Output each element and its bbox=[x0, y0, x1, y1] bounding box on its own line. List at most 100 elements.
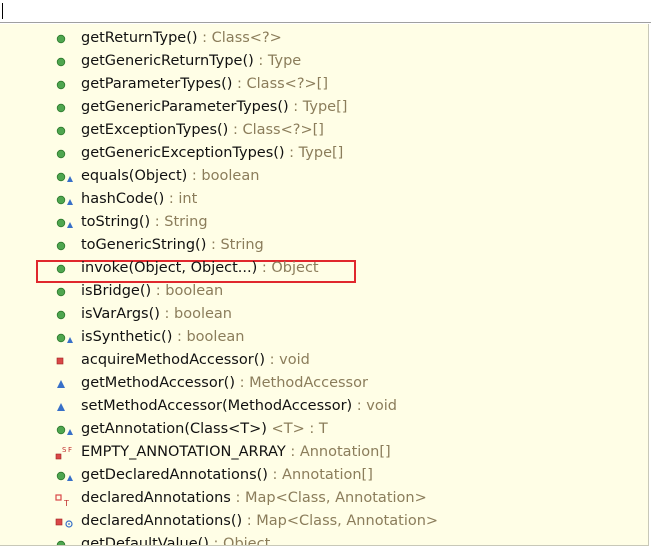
member-type: : String bbox=[206, 237, 264, 253]
member-name: equals(Object) bbox=[81, 168, 188, 184]
member-name: getMethodAccessor() bbox=[81, 375, 235, 391]
member-name: getGenericParameterTypes() bbox=[81, 99, 289, 115]
member-name: getDeclaredAnnotations() bbox=[81, 467, 268, 483]
svg-text:F: F bbox=[68, 446, 72, 454]
outline-item[interactable]: setMethodAccessor(MethodAccessor) : void bbox=[0, 395, 648, 418]
member-name: getGenericReturnType() bbox=[81, 53, 254, 69]
item-label: equals(Object) : boolean bbox=[81, 167, 259, 186]
public-override-method-icon bbox=[54, 215, 76, 231]
member-type: : Type[] bbox=[288, 99, 348, 115]
member-name: toGenericString() bbox=[81, 237, 207, 253]
item-label: acquireMethodAccessor() : void bbox=[81, 351, 310, 370]
outline-item[interactable]: getDefaultValue() : Object bbox=[0, 533, 648, 546]
filter-input[interactable] bbox=[0, 0, 651, 23]
member-type: : Object bbox=[257, 260, 319, 276]
item-label: isVarArgs() : boolean bbox=[81, 305, 232, 324]
outline-item[interactable]: isBridge() : boolean bbox=[0, 280, 648, 303]
member-type: : Type[] bbox=[284, 145, 344, 161]
item-label: getGenericReturnType() : Type bbox=[81, 52, 301, 71]
member-type: : Annotation[] bbox=[267, 467, 373, 483]
member-name: acquireMethodAccessor() bbox=[81, 352, 266, 368]
outline-item[interactable]: getExceptionTypes() : Class<?>[] bbox=[0, 119, 648, 142]
member-type: : boolean bbox=[151, 283, 224, 299]
outline-item[interactable]: TdeclaredAnnotations : Map<Class, Annota… bbox=[0, 487, 648, 510]
member-type: : boolean bbox=[187, 168, 260, 184]
public-method-icon bbox=[54, 284, 76, 300]
public-method-icon bbox=[54, 238, 76, 254]
outline-item[interactable]: S F EMPTY_ANNOTATION_ARRAY : Annotation[] bbox=[0, 441, 648, 464]
outline-item[interactable]: isSynthetic() : boolean bbox=[0, 326, 648, 349]
public-method-icon bbox=[54, 77, 76, 93]
member-name: getExceptionTypes() bbox=[81, 122, 229, 138]
private-transient-field-icon: T bbox=[54, 491, 76, 507]
outline-item[interactable]: getReturnType() : Class<?> bbox=[0, 27, 648, 50]
outline-item[interactable]: getGenericParameterTypes() : Type[] bbox=[0, 96, 648, 119]
public-override-method-icon bbox=[54, 468, 76, 484]
outline-item[interactable]: toGenericString() : String bbox=[0, 234, 648, 257]
member-name: isVarArgs() bbox=[81, 306, 160, 322]
outline-item[interactable]: acquireMethodAccessor() : void bbox=[0, 349, 648, 372]
member-type: <T> : T bbox=[266, 421, 328, 437]
item-label: getAnnotation(Class<T>) <T> : T bbox=[81, 420, 328, 439]
item-label: setMethodAccessor(MethodAccessor) : void bbox=[81, 397, 397, 416]
outline-item[interactable]: getAnnotation(Class<T>) <T> : T bbox=[0, 418, 648, 441]
outline-item[interactable]: declaredAnnotations() : Map<Class, Annot… bbox=[0, 510, 648, 533]
outline-item[interactable]: equals(Object) : boolean bbox=[0, 165, 648, 188]
svg-text:T: T bbox=[63, 499, 69, 507]
outline-item[interactable]: toString() : String bbox=[0, 211, 648, 234]
outline-list[interactable]: getReturnType() : Class<?> getGenericRetu… bbox=[0, 24, 649, 546]
private-static-final-field-icon: SF bbox=[54, 445, 76, 461]
member-type: : Map<Class, Annotation> bbox=[230, 490, 427, 506]
public-method-icon bbox=[54, 537, 76, 545]
outline-item[interactable]: getGenericReturnType() : Type bbox=[0, 50, 648, 73]
member-name: EMPTY_ANNOTATION_ARRAY bbox=[81, 444, 286, 460]
member-type: : Map<Class, Annotation> bbox=[242, 513, 439, 529]
item-label: isBridge() : boolean bbox=[81, 282, 223, 301]
member-type: : Class<?> bbox=[197, 30, 282, 46]
outline-item[interactable]: invoke(Object, Object...) : Object bbox=[0, 257, 648, 280]
public-method-icon bbox=[54, 123, 76, 139]
item-label: getReturnType() : Class<?> bbox=[81, 29, 282, 48]
public-method-icon bbox=[54, 307, 76, 323]
member-name: getAnnotation(Class<T>) bbox=[81, 421, 267, 437]
member-type: : void bbox=[265, 352, 310, 368]
outline-item[interactable]: getDeclaredAnnotations() : Annotation[] bbox=[0, 464, 648, 487]
public-method-icon bbox=[54, 261, 76, 277]
item-label: declaredAnnotations : Map<Class, Annotat… bbox=[81, 489, 427, 508]
item-label: getParameterTypes() : Class<?>[] bbox=[81, 75, 328, 94]
default-method-icon bbox=[54, 376, 76, 392]
item-label: getExceptionTypes() : Class<?>[] bbox=[81, 121, 324, 140]
member-name: getParameterTypes() bbox=[81, 76, 233, 92]
member-type: : MethodAccessor bbox=[234, 375, 368, 391]
member-name: getDefaultValue() bbox=[81, 536, 209, 546]
item-label: hashCode() : int bbox=[81, 190, 197, 209]
item-label: getGenericExceptionTypes() : Type[] bbox=[81, 144, 343, 163]
private-method-icon bbox=[54, 353, 76, 369]
member-name: isSynthetic() bbox=[81, 329, 173, 345]
outline-item[interactable]: getMethodAccessor() : MethodAccessor bbox=[0, 372, 648, 395]
member-type: : Type bbox=[253, 53, 302, 69]
member-name: isBridge() bbox=[81, 283, 152, 299]
member-name: hashCode() bbox=[81, 191, 165, 207]
member-name: getGenericExceptionTypes() bbox=[81, 145, 285, 161]
member-type: : int bbox=[164, 191, 198, 207]
member-type: : Class<?>[] bbox=[228, 122, 324, 138]
outline-item[interactable]: hashCode() : int bbox=[0, 188, 648, 211]
member-name: declaredAnnotations bbox=[81, 490, 231, 506]
public-method-icon bbox=[54, 54, 76, 70]
item-label: getDefaultValue() : Object bbox=[81, 535, 270, 546]
item-label: getMethodAccessor() : MethodAccessor bbox=[81, 374, 368, 393]
item-label: isSynthetic() : boolean bbox=[81, 328, 244, 347]
public-method-icon bbox=[54, 100, 76, 116]
item-label: invoke(Object, Object...) : Object bbox=[81, 259, 319, 278]
item-label: getGenericParameterTypes() : Type[] bbox=[81, 98, 347, 117]
member-name: setMethodAccessor(MethodAccessor) bbox=[81, 398, 353, 414]
item-label: toGenericString() : String bbox=[81, 236, 264, 255]
text-caret bbox=[2, 3, 3, 19]
outline-item[interactable]: isVarArgs() : boolean bbox=[0, 303, 648, 326]
member-type: : Annotation[] bbox=[285, 444, 391, 460]
member-type: : boolean bbox=[172, 329, 245, 345]
outline-item[interactable]: getGenericExceptionTypes() : Type[] bbox=[0, 142, 648, 165]
item-label: getDeclaredAnnotations() : Annotation[] bbox=[81, 466, 373, 485]
outline-item[interactable]: getParameterTypes() : Class<?>[] bbox=[0, 73, 648, 96]
